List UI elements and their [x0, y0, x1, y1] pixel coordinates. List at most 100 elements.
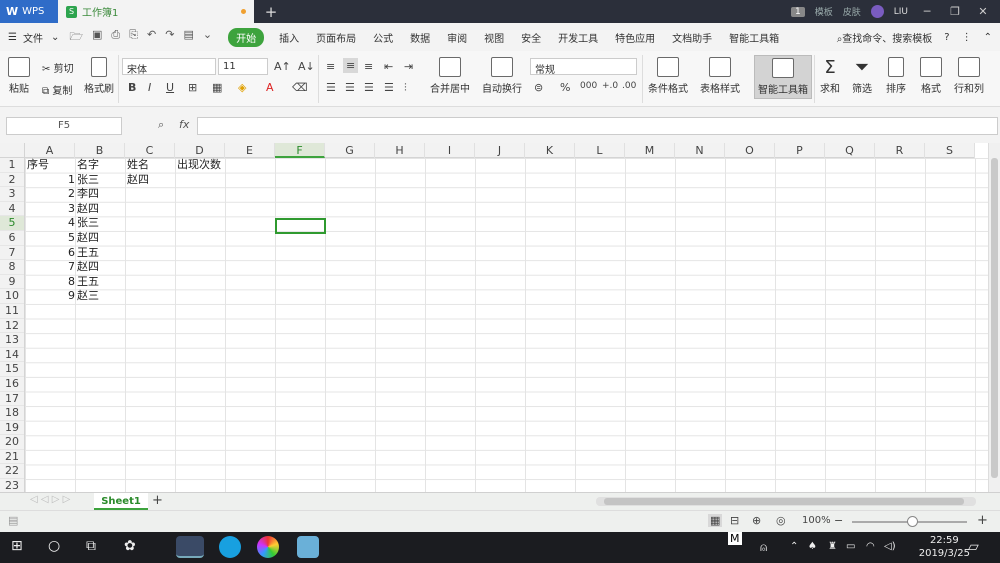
tray-chevron-icon[interactable]: ⌃	[790, 541, 798, 552]
justify-icon[interactable]: ☰	[384, 81, 394, 94]
hamburger-icon[interactable]: ☰	[8, 32, 17, 43]
person-icon[interactable]: ⍝	[760, 540, 767, 555]
decimal-increase-icon[interactable]: +.0	[602, 81, 618, 91]
notes-taskbar-icon[interactable]	[297, 536, 319, 558]
row-header-23[interactable]: 23	[0, 479, 24, 492]
cell-b8[interactable]: 赵四	[77, 260, 99, 275]
tab-insert[interactable]: 插入	[279, 30, 299, 45]
row-header-6[interactable]: 6	[0, 231, 24, 246]
tab-data[interactable]: 数据	[410, 30, 430, 45]
align-center-icon[interactable]: ☰	[345, 81, 355, 94]
align-left-icon[interactable]: ☰	[326, 81, 336, 94]
column-header-m[interactable]: M	[625, 143, 675, 158]
row-header-17[interactable]: 17	[0, 392, 24, 407]
row-header-12[interactable]: 12	[0, 319, 24, 334]
notification-badge[interactable]: 1	[790, 6, 805, 17]
cell-b7[interactable]: 王五	[77, 246, 99, 261]
font-family-select[interactable]: 宋体	[122, 58, 216, 76]
cell-a7[interactable]: 6	[27, 246, 75, 261]
row-header-15[interactable]: 15	[0, 362, 24, 377]
row-header-14[interactable]: 14	[0, 348, 24, 363]
merge-center-button[interactable]: 合并居中	[430, 57, 470, 95]
template-button[interactable]: 模板	[815, 5, 833, 18]
conditional-format-button[interactable]: 条件格式	[648, 57, 688, 95]
copy-button[interactable]: ⧉ 复制	[42, 82, 72, 97]
add-sheet-button[interactable]: +	[152, 493, 163, 508]
tab-developer[interactable]: 开发工具	[558, 30, 598, 45]
restore-icon[interactable]: ❐	[946, 5, 964, 18]
indent-increase-icon[interactable]: ⇥	[404, 60, 413, 73]
tab-review[interactable]: 审阅	[447, 30, 467, 45]
cell-a4[interactable]: 3	[27, 202, 75, 217]
undo-icon[interactable]: ↶	[147, 28, 156, 47]
column-header-b[interactable]: B	[75, 143, 125, 158]
row-header-22[interactable]: 22	[0, 464, 24, 480]
currency-icon[interactable]: ⊜	[534, 81, 543, 94]
tray-app-icon[interactable]: ♠	[808, 541, 817, 552]
skin-button[interactable]: 皮肤	[843, 5, 861, 18]
spreadsheet-grid[interactable]: ABCDEFGHIJKLMNOPQRS 1 2 3 4 5 6 7 8 9 10 11 12 13 14 1…	[0, 143, 988, 492]
close-icon[interactable]: ✕	[974, 5, 992, 18]
zoom-slider-handle[interactable]	[907, 516, 918, 527]
reading-mode-icon[interactable]: ⊕	[752, 514, 761, 527]
smart-toolbox-button[interactable]: 智能工具箱	[754, 55, 812, 99]
cell-b9[interactable]: 王五	[77, 275, 99, 290]
row-header-16[interactable]: 16	[0, 377, 24, 392]
tab-home[interactable]: 开始	[228, 27, 265, 47]
row-header-7[interactable]: 7	[0, 246, 24, 261]
row-header-20[interactable]: 20	[0, 435, 24, 450]
row-header-1[interactable]: 1	[0, 158, 24, 173]
eye-protect-icon[interactable]: ◎	[776, 514, 786, 527]
border-icon[interactable]: ⊞	[188, 81, 197, 94]
bold-icon[interactable]: B	[128, 81, 136, 94]
sum-button[interactable]: Σ 求和	[820, 57, 840, 95]
save-icon[interactable]: ▣	[92, 28, 102, 47]
row-header-2[interactable]: 2	[0, 173, 24, 188]
indent-decrease-icon[interactable]: ⇤	[384, 60, 393, 73]
tab-smart-toolbox[interactable]: 智能工具箱	[729, 30, 779, 45]
avatar[interactable]	[870, 5, 884, 18]
cell-border-icon[interactable]: ▦	[212, 81, 222, 94]
increase-font-icon[interactable]: A↑	[274, 60, 291, 73]
macro-icon[interactable]: ▤	[8, 514, 18, 527]
normal-view-icon[interactable]: ▦	[708, 514, 723, 527]
page-break-view-icon[interactable]: ⊟	[730, 514, 739, 527]
dropdown-icon[interactable]: ⌄	[203, 28, 212, 47]
cortana-icon[interactable]: ○	[48, 538, 60, 554]
file-menu[interactable]: 文件	[23, 30, 43, 45]
percent-icon[interactable]: %	[560, 81, 570, 94]
cell-b4[interactable]: 赵四	[77, 202, 99, 217]
horizontal-scroll-thumb[interactable]	[604, 498, 964, 505]
cell-area[interactable]: 序号 名字 姓名 出现次数 1 张三 赵四 2 李四 3 赵四 4 张三 5 赵四 6 王五 7 赵四 8 王五 9 赵三	[25, 158, 988, 492]
fill-color-icon[interactable]: ◈	[238, 81, 246, 94]
vertical-scrollbar[interactable]	[988, 143, 1000, 492]
row-header-13[interactable]: 13	[0, 333, 24, 348]
tab-features[interactable]: 特色应用	[615, 30, 655, 45]
tab-formulas[interactable]: 公式	[373, 30, 393, 45]
minimize-icon[interactable]: ─	[918, 5, 936, 18]
cell-a8[interactable]: 7	[27, 260, 75, 275]
cell-a5[interactable]: 4	[27, 216, 75, 231]
column-header-d[interactable]: D	[175, 143, 225, 158]
column-header-e[interactable]: E	[225, 143, 275, 158]
volume-icon[interactable]: ◁)	[884, 541, 896, 552]
browser-taskbar-icon[interactable]	[219, 536, 241, 558]
windows-start-icon[interactable]: ⊞	[11, 538, 23, 554]
fx-icon[interactable]: fx	[179, 118, 189, 131]
user-name[interactable]: LIU	[894, 7, 908, 17]
cut-button[interactable]: ✂ 剪切	[42, 60, 74, 75]
cell-a6[interactable]: 5	[27, 231, 75, 246]
pinwheel-app-icon[interactable]: ✿	[124, 538, 136, 554]
photo-app-taskbar-icon[interactable]	[257, 536, 279, 558]
filter-button[interactable]: ⏷ 筛选	[852, 57, 872, 95]
column-header-a[interactable]: A	[25, 143, 75, 158]
table-style-button[interactable]: 表格样式	[700, 57, 740, 95]
redo-icon[interactable]: ↷	[165, 28, 174, 47]
cell-d1[interactable]: 出现次数	[177, 158, 221, 173]
chevron-down-icon[interactable]: ⌄	[51, 32, 59, 43]
document-tab[interactable]: S 工作簿1	[58, 0, 254, 23]
cell-a10[interactable]: 9	[27, 289, 75, 304]
more-icon[interactable]: ⋮	[962, 32, 972, 43]
cell-a1[interactable]: 序号	[27, 158, 49, 173]
wrap-text-button[interactable]: 自动换行	[482, 57, 522, 95]
